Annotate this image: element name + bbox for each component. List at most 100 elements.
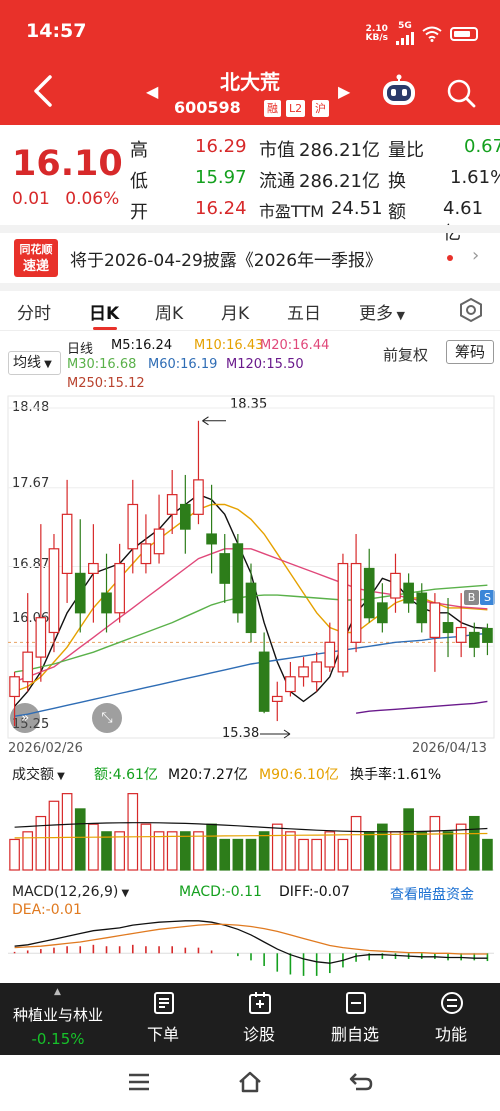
candle-body xyxy=(468,631,480,648)
search-icon[interactable] xyxy=(446,78,476,108)
volume-bar xyxy=(468,815,480,871)
news-text[interactable]: 将于2026-04-29披露《2026年一季报》 xyxy=(70,246,382,271)
candle-body xyxy=(350,562,362,643)
status-time: 14:57 xyxy=(26,20,87,42)
turnover-rate-text: 换手率:1.61% xyxy=(350,767,442,783)
caret-down-icon: ▼ xyxy=(118,888,130,899)
tab-weekly-k[interactable]: 周K xyxy=(155,299,183,324)
functions-label: 功能 xyxy=(434,1025,467,1044)
menu-icon[interactable] xyxy=(126,1069,152,1095)
volume-bar xyxy=(442,831,454,871)
quote-panel: 16.10 0.01 0.06% 高 16.29 低 15.97 开 16.24… xyxy=(0,125,500,244)
volume-bar xyxy=(455,823,467,871)
candle-body xyxy=(390,572,401,599)
end-date: 2026/04/13 xyxy=(412,741,487,756)
sell-point-badge[interactable]: S xyxy=(480,590,495,605)
volratio-value: 0.67 xyxy=(464,136,500,157)
candle-body xyxy=(74,572,86,614)
functions-icon xyxy=(441,992,463,1014)
low-arrow-head xyxy=(283,729,291,739)
volume-indicator-select[interactable]: 成交额 ▼ xyxy=(12,764,65,784)
tab-intraday[interactable]: 分时 xyxy=(17,299,51,324)
volume-bar xyxy=(390,831,401,871)
remove-icon xyxy=(346,992,366,1014)
robot-assistant-icon[interactable] xyxy=(380,74,418,108)
tab-five-day[interactable]: 五日 xyxy=(287,299,321,324)
macd-indicator-select[interactable]: MACD(12,26,9) ▼ xyxy=(12,884,129,900)
functions-button[interactable]: 功能 xyxy=(406,983,496,1055)
tab-more-label: 更多 xyxy=(359,304,393,324)
volume-bar xyxy=(61,793,73,871)
high-annotation: 18.35 xyxy=(230,397,268,412)
ma20-label: M20:16.44 xyxy=(260,338,330,353)
diagnose-button[interactable]: 诊股 xyxy=(214,983,304,1055)
prev-stock-icon[interactable]: ◀ xyxy=(146,82,158,101)
change-percent: 0.06% xyxy=(65,189,120,209)
high-value: 16.29 xyxy=(195,136,247,157)
volume-bar xyxy=(153,831,165,871)
tab-monthly-k[interactable]: 月K xyxy=(221,299,249,324)
candle-body xyxy=(48,548,60,634)
candle-body xyxy=(271,695,283,702)
price-panel-border xyxy=(7,395,495,739)
price-change: 0.01 0.06% xyxy=(12,189,119,209)
volume-bar xyxy=(482,838,493,871)
candle-body xyxy=(442,622,454,634)
remove-watchlist-label: 删自选 xyxy=(330,1025,379,1044)
divider xyxy=(0,283,500,291)
caret-down-icon: ▼ xyxy=(393,309,405,322)
dark-pool-link[interactable]: 查看暗盘资金 xyxy=(390,884,474,904)
turnover-label: 换 xyxy=(388,171,406,192)
candle-body xyxy=(206,533,217,545)
news-banner[interactable]: 同花顺 速递 将于2026-04-29披露《2026年一季报》 › xyxy=(0,233,500,283)
ma-line-m5 xyxy=(14,493,488,707)
diagnose-label: 诊股 xyxy=(242,1025,275,1044)
volume-bar xyxy=(363,831,375,871)
fullscreen-icon[interactable]: ⤡ xyxy=(92,703,122,733)
open-label: 开 xyxy=(130,202,148,223)
sector-change: -0.15% xyxy=(31,1030,85,1048)
volume-bar xyxy=(429,815,441,871)
diagnose-icon xyxy=(249,992,271,1014)
low-label: 低 xyxy=(130,171,148,192)
back-nav-icon[interactable] xyxy=(348,1069,374,1095)
candle-body xyxy=(101,592,112,614)
low-annotation: 15.38 xyxy=(222,726,260,741)
volume-bar xyxy=(35,815,47,871)
dea-value: DEA:-0.01 xyxy=(12,902,82,918)
tab-daily-k[interactable]: 日K xyxy=(89,299,119,324)
candle-body xyxy=(337,562,349,673)
adjust-mode[interactable]: 前复权 xyxy=(383,344,428,365)
buy-point-badge[interactable]: B xyxy=(464,590,479,605)
volume-bar xyxy=(101,831,112,871)
expand-icon[interactable]: » xyxy=(10,703,40,733)
network-type: 5G xyxy=(396,22,414,45)
volume-bar xyxy=(285,831,296,871)
pe-label: 市盈TTM xyxy=(259,202,325,221)
sector-name: 种植业与林业 xyxy=(12,1006,103,1024)
next-stock-icon[interactable]: ▶ xyxy=(338,82,350,101)
price-axis-label: 18.48 xyxy=(12,400,50,415)
ma-line-m120 xyxy=(355,700,488,714)
volume-bar xyxy=(127,793,139,871)
float-value: 286.21亿 xyxy=(299,171,380,192)
volume-bar xyxy=(140,823,152,871)
volume-bar xyxy=(377,823,388,871)
home-icon[interactable] xyxy=(237,1069,263,1095)
chevron-right-icon[interactable]: › xyxy=(472,245,479,266)
start-date: 2026/02/26 xyxy=(8,741,83,756)
sector-info[interactable]: ▲ 种植业与林业 -0.15% xyxy=(0,983,116,1055)
candle-body xyxy=(193,479,204,515)
tab-more[interactable]: 更多 ▼ xyxy=(359,299,405,324)
volume-amount: 额:4.61亿 xyxy=(94,767,158,783)
order-button[interactable]: 下单 xyxy=(118,983,208,1055)
settings-icon[interactable] xyxy=(458,297,484,323)
remove-watchlist-button[interactable]: 删自选 xyxy=(310,983,400,1055)
volume-bar xyxy=(337,838,349,871)
candle-body xyxy=(298,666,309,678)
ma-select[interactable]: 均线 ▼ xyxy=(8,351,61,375)
volume-m90: M90:6.10亿 xyxy=(259,767,339,783)
chips-button[interactable]: 筹码 xyxy=(446,340,494,364)
volume-bar xyxy=(193,831,204,871)
volume-bar xyxy=(324,831,336,871)
